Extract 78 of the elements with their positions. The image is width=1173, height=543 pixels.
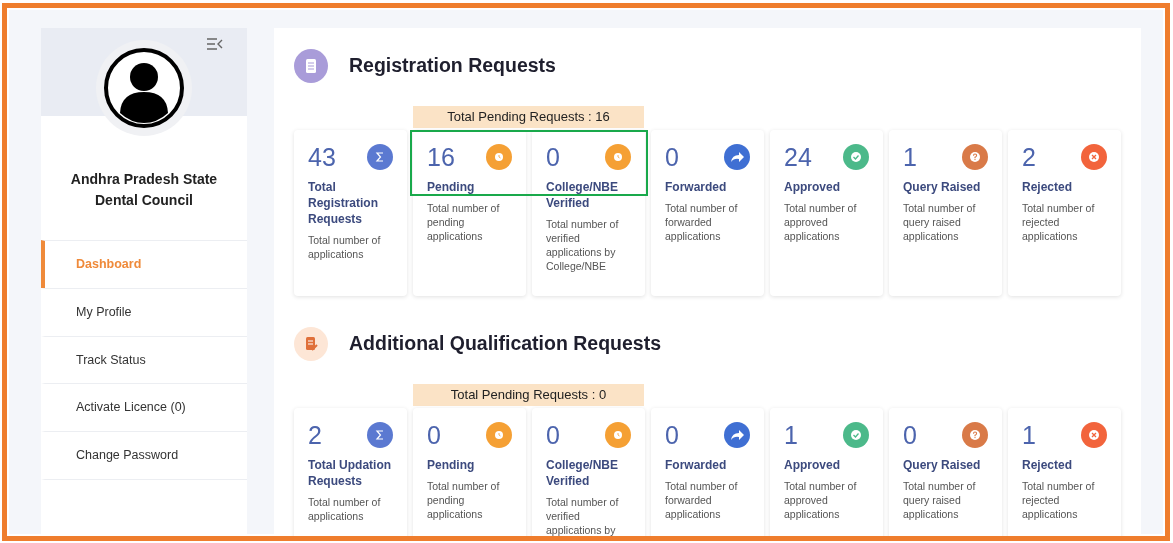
stat-label: Total Updation Requests [308, 457, 393, 489]
stat-description: Total number of query raised applications [903, 479, 977, 521]
stat-card[interactable]: 0 College/NBE Verified Total number of verified applications by College/NBE [532, 130, 645, 296]
check-icon [843, 144, 869, 170]
stat-count: 0 [546, 422, 560, 448]
stat-label: Rejected [1022, 179, 1074, 195]
section-title: Registration Requests [349, 54, 556, 78]
stat-card[interactable]: 24 Approved Total number of approved applications [770, 130, 883, 296]
pending-total-banner: Total Pending Requests : 16 [413, 106, 644, 128]
stat-description: Total number of approved applications [784, 201, 858, 243]
question-icon [962, 422, 988, 448]
stat-card[interactable]: 43 Total Registration Requests Total number of applications [294, 130, 407, 296]
stat-card[interactable]: 0 College/NBE Verified Total number of verified applications by [532, 408, 645, 536]
clock-icon [486, 144, 512, 170]
stat-card[interactable]: 0 Query Raised Total number of query raised applications [889, 408, 1002, 536]
stat-label: Pending [427, 179, 476, 195]
stat-description: Total number of verified applications by College/NBE [546, 217, 620, 273]
stat-label: Approved [784, 179, 841, 195]
clock-icon [486, 422, 512, 448]
stat-description: Total number of approved applications [784, 479, 858, 521]
stat-card[interactable]: 0 Pending Total number of pending applications [413, 408, 526, 536]
user-icon [103, 47, 185, 129]
sigma-icon [367, 144, 393, 170]
stat-count: 1 [903, 144, 917, 170]
section-title: Additional Qualification Requests [349, 332, 662, 356]
clock-icon [605, 422, 631, 448]
close-circle-icon [1081, 422, 1107, 448]
stat-card[interactable]: 1 Query Raised Total number of query raised applications [889, 130, 1002, 296]
stat-card[interactable]: 0 Forwarded Total number of forwarded applications [651, 408, 764, 536]
stat-count: 0 [903, 422, 917, 448]
stat-label: Query Raised [903, 457, 982, 473]
clipboard-edit-icon [294, 327, 328, 361]
stat-description: Total number of verified applications by [546, 495, 620, 536]
stat-description: Total number of rejected applications [1022, 201, 1096, 243]
stat-card[interactable]: 2 Rejected Total number of rejected applications [1008, 130, 1121, 296]
stat-description: Total number of applications [308, 495, 382, 523]
stat-description: Total number of rejected applications [1022, 479, 1096, 521]
stat-description: Total number of forwarded applications [665, 201, 739, 243]
stat-label: Total Registration Requests [308, 179, 379, 227]
stat-description: Total number of pending applications [427, 479, 501, 521]
collapse-menu-icon[interactable] [207, 38, 223, 50]
stat-count: 2 [308, 422, 322, 448]
clipboard-icon [294, 49, 328, 83]
stat-count: 24 [784, 144, 812, 170]
stat-count: 0 [546, 144, 560, 170]
stat-count: 0 [427, 422, 441, 448]
organization-name: Andhra Pradesh State Dental Council [69, 170, 219, 210]
stat-count: 16 [427, 144, 455, 170]
stat-card[interactable]: 2 Total Updation Requests Total number of applications [294, 408, 407, 536]
close-circle-icon [1081, 144, 1107, 170]
stat-card[interactable]: 1 Rejected Total number of rejected applications [1008, 408, 1121, 536]
sidebar-item[interactable]: Change Password [41, 431, 247, 480]
question-icon [962, 144, 988, 170]
stat-label: College/NBE Verified [546, 179, 619, 211]
stat-count: 1 [784, 422, 798, 448]
stat-label: Rejected [1022, 457, 1074, 473]
stat-label: Forwarded [665, 179, 728, 195]
stat-description: Total number of query raised applications [903, 201, 977, 243]
stat-label: Forwarded [665, 457, 728, 473]
stat-card[interactable]: 0 Forwarded Total number of forwarded applications [651, 130, 764, 296]
check-icon [843, 422, 869, 448]
stat-card[interactable]: 1 Approved Total number of approved applications [770, 408, 883, 536]
stat-label: College/NBE Verified [546, 457, 619, 489]
stat-count: 2 [1022, 144, 1036, 170]
sigma-icon [367, 422, 393, 448]
stat-description: Total number of pending applications [427, 201, 501, 243]
stat-description: Total number of forwarded applications [665, 479, 739, 521]
clock-icon [605, 144, 631, 170]
stat-card[interactable]: 16 Pending Total number of pending applications [413, 130, 526, 296]
stat-count: 43 [308, 144, 336, 170]
stat-count: 0 [665, 422, 679, 448]
stat-label: Pending [427, 457, 476, 473]
stat-label: Query Raised [903, 179, 982, 195]
stat-label: Approved [784, 457, 841, 473]
stat-description: Total number of applications [308, 233, 382, 261]
stat-count: 1 [1022, 422, 1036, 448]
pending-total-banner: Total Pending Requests : 0 [413, 384, 644, 406]
stat-count: 0 [665, 144, 679, 170]
